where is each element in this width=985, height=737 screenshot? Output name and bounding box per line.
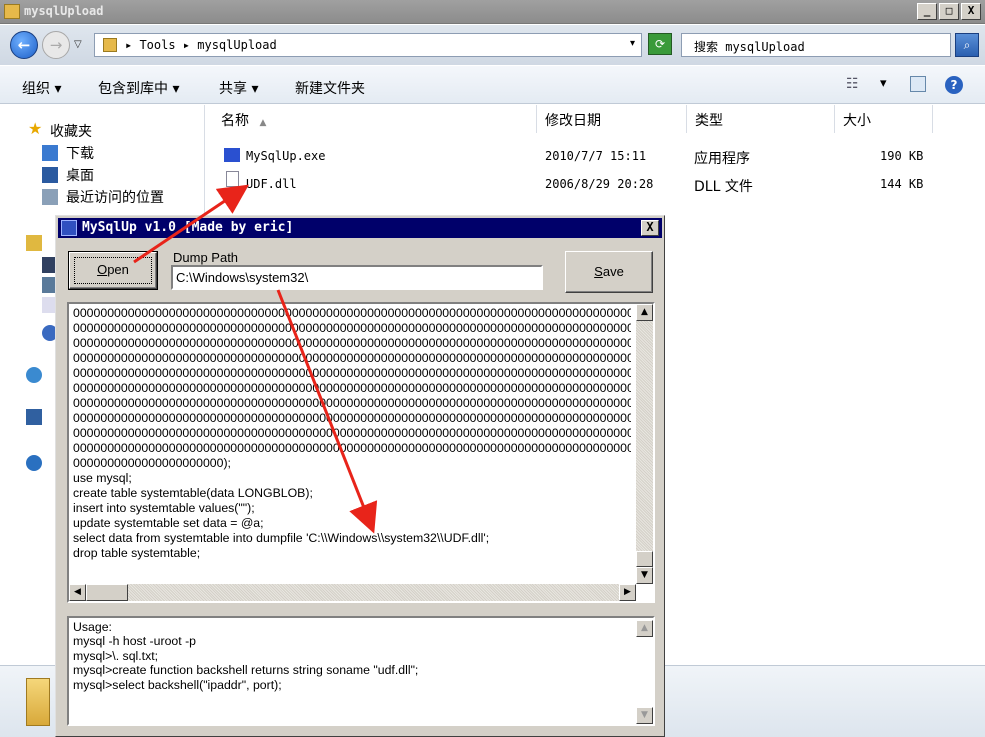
vertical-scrollbar[interactable]: ▲ ▼	[636, 304, 653, 584]
scroll-up-arrow-icon[interactable]: ▲	[636, 620, 653, 637]
exe-file-icon	[224, 148, 240, 162]
view-dropdown-icon[interactable]: ▾	[880, 76, 887, 91]
save-button[interactable]: Save	[565, 251, 653, 293]
file-type: DLL 文件	[694, 179, 753, 195]
dialog-close-button[interactable]: X	[641, 220, 659, 236]
help-icon[interactable]: ?	[945, 76, 963, 94]
usage-textarea[interactable]: Usage: mysql -h host -uroot -p mysql>\. …	[67, 616, 655, 726]
folder-icon	[26, 678, 50, 726]
sort-ascending-icon: ▲	[259, 118, 267, 128]
new-folder-button[interactable]: 新建文件夹	[295, 78, 365, 98]
save-label: ave	[602, 264, 624, 279]
organize-menu[interactable]: 组织 ▾	[22, 78, 61, 98]
file-size: 144 KB	[880, 177, 924, 191]
scroll-right-arrow-icon[interactable]: ▶	[619, 584, 636, 601]
window-title: mysqlUpload	[24, 4, 104, 18]
horizontal-scrollbar[interactable]: ◀ ▶	[69, 584, 636, 601]
minimize-button[interactable]: _	[917, 3, 937, 20]
usage-text: Usage: mysql -h host -uroot -p mysql>\. …	[73, 620, 419, 692]
open-button[interactable]: Open	[68, 251, 158, 290]
scroll-thumb[interactable]	[86, 584, 128, 601]
sidebar-item-desktop[interactable]: 桌面	[66, 165, 94, 185]
folder-icon	[4, 4, 20, 19]
file-type: 应用程序	[694, 151, 750, 167]
file-size: 190 KB	[880, 149, 924, 163]
column-type[interactable]: 类型	[687, 105, 835, 133]
dump-path-label: Dump Path	[173, 250, 239, 265]
network-icon[interactable]	[26, 455, 42, 471]
column-size[interactable]: 大小	[835, 105, 933, 133]
scroll-up-arrow-icon[interactable]: ▲	[636, 304, 653, 321]
sql-output-textarea[interactable]: 0000000000000000000000000000000000000000…	[67, 302, 655, 603]
close-button[interactable]: X	[961, 3, 981, 20]
address-row: ← → ▽ ▸ Tools ▸ mysqlUpload ▾ ⟳ 搜索 mysql…	[0, 25, 985, 65]
save-mnemonic: S	[594, 264, 603, 279]
preview-pane-icon[interactable]	[910, 76, 926, 92]
search-placeholder: 搜索 mysqlUpload	[694, 40, 805, 54]
dll-file-icon	[226, 171, 239, 187]
sql-text: 0000000000000000000000000000000000000000…	[73, 306, 631, 560]
scroll-left-arrow-icon[interactable]: ◀	[69, 584, 86, 601]
app-icon	[61, 220, 77, 236]
desktop-icon	[42, 167, 58, 183]
file-name[interactable]: UDF.dll	[246, 177, 297, 191]
computer-icon[interactable]	[26, 409, 42, 425]
address-dropdown-icon[interactable]: ▾	[630, 38, 635, 49]
scroll-down-arrow-icon[interactable]: ▼	[636, 567, 653, 584]
file-date: 2010/7/7 15:11	[545, 149, 647, 163]
folder-icon	[103, 38, 117, 52]
view-icon[interactable]: ☷	[846, 76, 859, 92]
recent-pages-chevron-icon[interactable]: ▽	[74, 39, 82, 50]
search-input[interactable]: 搜索 mysqlUpload	[681, 33, 951, 57]
dump-path-input[interactable]: C:\Windows\system32\	[171, 265, 543, 290]
sidebar-item-recent[interactable]: 最近访问的位置	[66, 187, 164, 207]
star-icon: ★	[28, 119, 43, 138]
address-bar[interactable]: ▸ Tools ▸ mysqlUpload ▾	[94, 33, 642, 57]
column-date[interactable]: 修改日期	[537, 105, 687, 133]
scroll-down-arrow-icon[interactable]: ▼	[636, 707, 653, 724]
homegroup-icon[interactable]	[26, 367, 42, 383]
file-list-header: 名称 ▲ 修改日期 类型 大小	[205, 105, 985, 133]
share-menu[interactable]: 共享 ▾	[219, 78, 258, 98]
scroll-thumb[interactable]	[636, 551, 653, 567]
include-in-library-menu[interactable]: 包含到库中 ▾	[98, 78, 179, 98]
dialog-title: MySqlUp v1.0 [Made by eric]	[82, 220, 294, 235]
explorer-titlebar[interactable]: mysqlUpload _ □ X	[0, 0, 985, 24]
downloads-icon	[42, 145, 58, 161]
back-button[interactable]: ←	[10, 31, 38, 59]
libraries-icon[interactable]	[26, 235, 42, 251]
breadcrumb[interactable]: ▸ Tools ▸ mysqlUpload	[125, 38, 277, 52]
mysqlup-dialog: MySqlUp v1.0 [Made by eric] X Open Dump …	[55, 215, 665, 737]
recent-places-icon	[42, 189, 58, 205]
sidebar-item-downloads[interactable]: 下载	[66, 143, 94, 163]
forward-button[interactable]: →	[42, 31, 70, 59]
dialog-titlebar[interactable]: MySqlUp v1.0 [Made by eric] X	[58, 218, 662, 238]
favorites-header[interactable]: 收藏夹	[50, 121, 92, 141]
search-icon[interactable]: ⌕	[955, 33, 979, 57]
file-date: 2006/8/29 20:28	[545, 177, 654, 191]
refresh-button[interactable]: ⟳	[648, 33, 672, 55]
focus-rectangle	[74, 257, 152, 284]
file-name[interactable]: MySqlUp.exe	[246, 149, 325, 163]
maximize-button[interactable]: □	[939, 3, 959, 20]
column-name-label: 名称	[221, 113, 249, 129]
column-name[interactable]: 名称 ▲	[205, 105, 537, 133]
command-bar: 组织 ▾ 包含到库中 ▾ 共享 ▾ 新建文件夹 ☷ ▾ ?	[0, 66, 985, 104]
